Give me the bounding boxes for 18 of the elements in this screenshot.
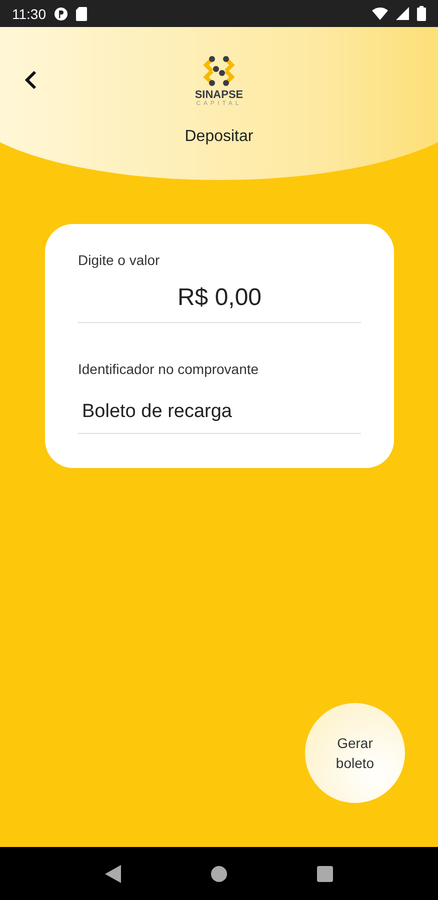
home-icon[interactable] — [211, 866, 227, 882]
wifi-icon — [372, 7, 388, 20]
page-title: Depositar — [184, 128, 254, 146]
notification-icon — [54, 6, 68, 20]
input-field[interactable]: R$ 0,00 — [78, 274, 361, 323]
back-icon[interactable] — [24, 70, 38, 90]
field-label: Identificador no comprovante — [78, 361, 260, 377]
recents-icon[interactable] — [317, 866, 333, 882]
logo-icon — [202, 55, 236, 87]
logo-name: SINAPSE — [194, 89, 244, 101]
signal-icon — [396, 7, 409, 20]
generate-button[interactable]: Gerar boleto — [305, 703, 405, 803]
status-time: 11:30 — [12, 6, 46, 22]
input-field[interactable]: Boleto de recarga — [78, 391, 361, 434]
back-nav-icon[interactable] — [105, 864, 121, 882]
field-label: Digite o valor — [78, 252, 161, 268]
sd-card-icon — [76, 6, 87, 20]
battery-icon — [417, 6, 426, 21]
